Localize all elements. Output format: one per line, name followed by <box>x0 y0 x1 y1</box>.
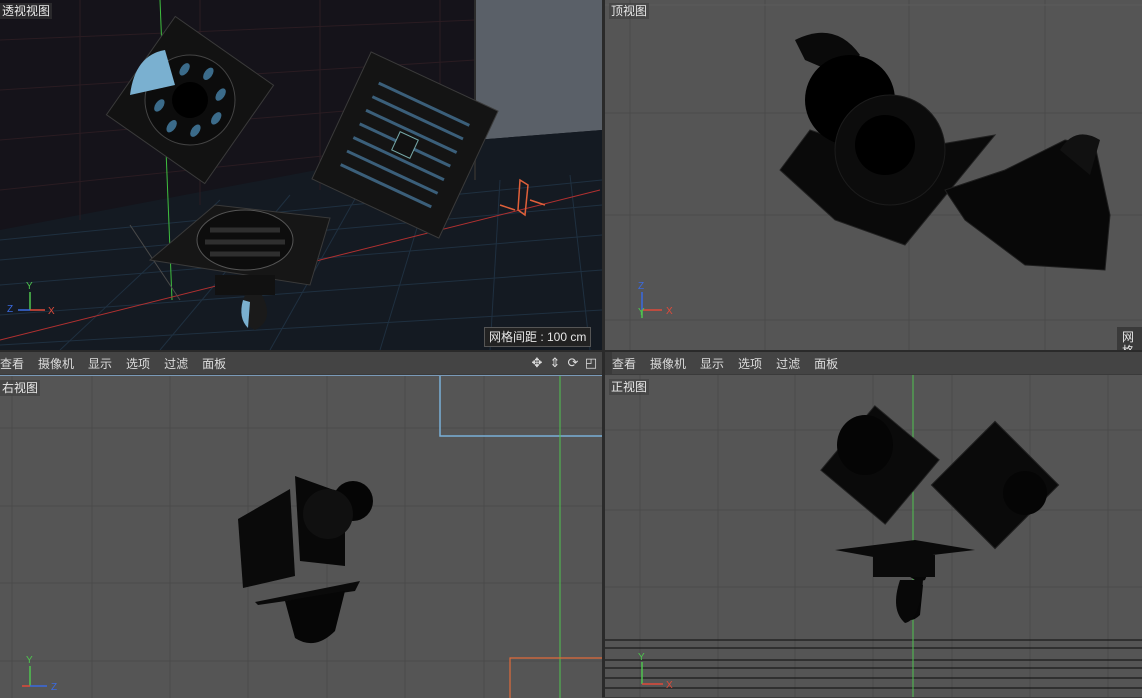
viewport-title-front[interactable]: 正视图 <box>609 379 650 395</box>
front-x-axis-label: X <box>666 680 673 691</box>
menu-view-right[interactable]: 查看 <box>612 355 636 372</box>
viewport-title-perspective[interactable]: 透视视图 <box>0 3 53 19</box>
maximize-view-icon[interactable]: ◰ <box>584 355 598 371</box>
viewport-menu-bar-right: 查看 摄像机 显示 选项 过滤 面板 <box>612 352 1142 374</box>
menu-panel-right[interactable]: 面板 <box>814 355 838 372</box>
menu-display[interactable]: 显示 <box>88 355 112 372</box>
front-y-axis-label: Y <box>638 652 645 663</box>
y-axis-label: Y <box>26 281 33 292</box>
menu-camera-right[interactable]: 摄像机 <box>650 355 686 372</box>
right-viewport[interactable]: Y Z 右视图 <box>0 375 602 698</box>
top-x-axis-label: X <box>666 306 673 317</box>
menu-display-right[interactable]: 显示 <box>700 355 724 372</box>
zoom-view-icon[interactable]: ⇕ <box>548 355 562 371</box>
menu-filter[interactable]: 过滤 <box>164 355 188 372</box>
viewport-title-right[interactable]: 右视图 <box>0 380 41 396</box>
z-axis-label: Z <box>7 304 13 315</box>
move-view-icon[interactable]: ✥ <box>530 355 544 371</box>
grid-distance-label-top: 网格 <box>1117 327 1142 350</box>
menu-camera[interactable]: 摄像机 <box>38 355 74 372</box>
front-viewport[interactable]: Y X 正视图 <box>605 375 1142 697</box>
front-scene: Y X <box>605 375 1142 697</box>
menu-options[interactable]: 选项 <box>126 355 150 372</box>
right-y-axis-label: Y <box>26 655 33 666</box>
viewport-title-top[interactable]: 顶视图 <box>609 3 650 19</box>
perspective-scene: Y X Z <box>0 0 602 350</box>
grid-distance-label: 网格间距 : 100 cm <box>484 327 592 347</box>
menu-view[interactable]: 查看 <box>0 355 24 372</box>
perspective-viewport[interactable]: Y X Z 透视视图 网格间距 : 100 cm <box>0 0 602 350</box>
menu-options-right[interactable]: 选项 <box>738 355 762 372</box>
x-axis-label: X <box>48 306 55 317</box>
top-z-axis-label: Z <box>638 281 644 292</box>
menu-panel[interactable]: 面板 <box>202 355 226 372</box>
viewport-menu-bar-left: 查看 摄像机 显示 选项 过滤 面板 ✥ ⇕ ⟳ ◰ <box>0 352 602 374</box>
right-scene: Y Z <box>0 376 602 698</box>
right-z-axis-label: Z <box>51 682 57 693</box>
top-scene: Z X Y <box>605 0 1142 350</box>
top-viewport[interactable]: Z X Y 顶视图 网格 <box>605 0 1142 350</box>
top-y-axis-label: Y <box>638 307 645 318</box>
menu-filter-right[interactable]: 过滤 <box>776 355 800 372</box>
rotate-view-icon[interactable]: ⟳ <box>566 355 580 371</box>
